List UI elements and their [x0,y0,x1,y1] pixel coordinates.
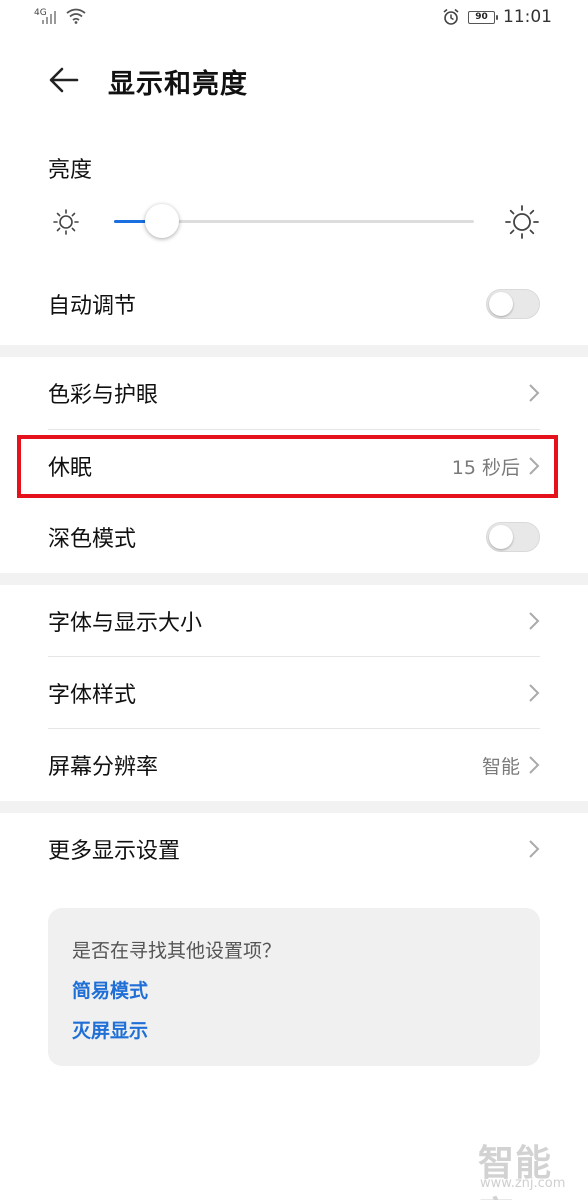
toggle-knob [489,525,513,549]
brightness-slider-fill [114,220,146,223]
battery-level: 90 [475,12,488,22]
more-display-row[interactable]: 更多显示设置 [48,813,540,885]
resolution-value: 智能 [481,755,520,778]
chevron-right-icon [529,756,540,774]
network-type: 4G [34,8,47,18]
brightness-label: 亮度 [48,158,93,183]
section-gap [0,345,588,357]
auto-adjust-row[interactable]: 自动调节 [48,268,540,340]
auto-adjust-label: 自动调节 [48,294,137,319]
auto-adjust-toggle[interactable] [486,289,540,319]
screen-off-display-link[interactable]: 灭屏显示 [72,1016,148,1043]
more-display-label: 更多显示设置 [48,839,181,864]
toggle-knob [489,292,513,316]
font-style-row[interactable]: 字体样式 [48,657,540,729]
suggestion-title: 是否在寻找其他设置项？ [72,940,282,962]
color-eye-label: 色彩与护眼 [48,383,159,408]
font-display-size-label: 字体与显示大小 [48,611,203,636]
app-bar: 显示和亮度 [0,46,588,114]
suggestion-card: 是否在寻找其他设置项？ 简易模式 灭屏显示 [48,908,540,1066]
chevron-right-icon [529,684,540,702]
page-title: 显示和亮度 [108,69,248,100]
back-button[interactable] [46,62,82,98]
sun-large-icon [505,205,539,239]
dark-mode-label: 深色模式 [48,527,137,552]
battery-icon: 90 [468,10,498,24]
highlight-box [17,435,558,498]
brightness-slider-thumb[interactable] [145,204,179,238]
simple-mode-link[interactable]: 简易模式 [72,976,148,1003]
watermark-url: www.znj.com [480,1176,566,1191]
section-gap [0,801,588,813]
dark-mode-row[interactable]: 深色模式 [48,501,540,573]
sun-small-icon [53,209,79,235]
font-style-label: 字体样式 [48,683,137,708]
font-display-size-row[interactable]: 字体与显示大小 [48,585,540,657]
status-left: 4G [34,8,86,24]
chevron-right-icon [529,840,540,858]
alarm-icon [443,8,459,25]
chevron-right-icon [529,612,540,630]
status-time: 11:01 [503,7,552,27]
color-eye-row[interactable]: 色彩与护眼 [48,357,540,429]
status-right: 90 11:01 [442,7,552,27]
wifi-icon [66,8,86,24]
status-bar: 4G 90 11:01 [0,0,588,36]
brightness-slider[interactable] [114,204,474,238]
resolution-label: 屏幕分辨率 [48,755,159,780]
chevron-right-icon [529,384,540,402]
back-arrow-icon [49,67,79,93]
dark-mode-toggle[interactable] [486,522,540,552]
section-gap [0,573,588,585]
resolution-row[interactable]: 屏幕分辨率 智能 [48,729,540,801]
